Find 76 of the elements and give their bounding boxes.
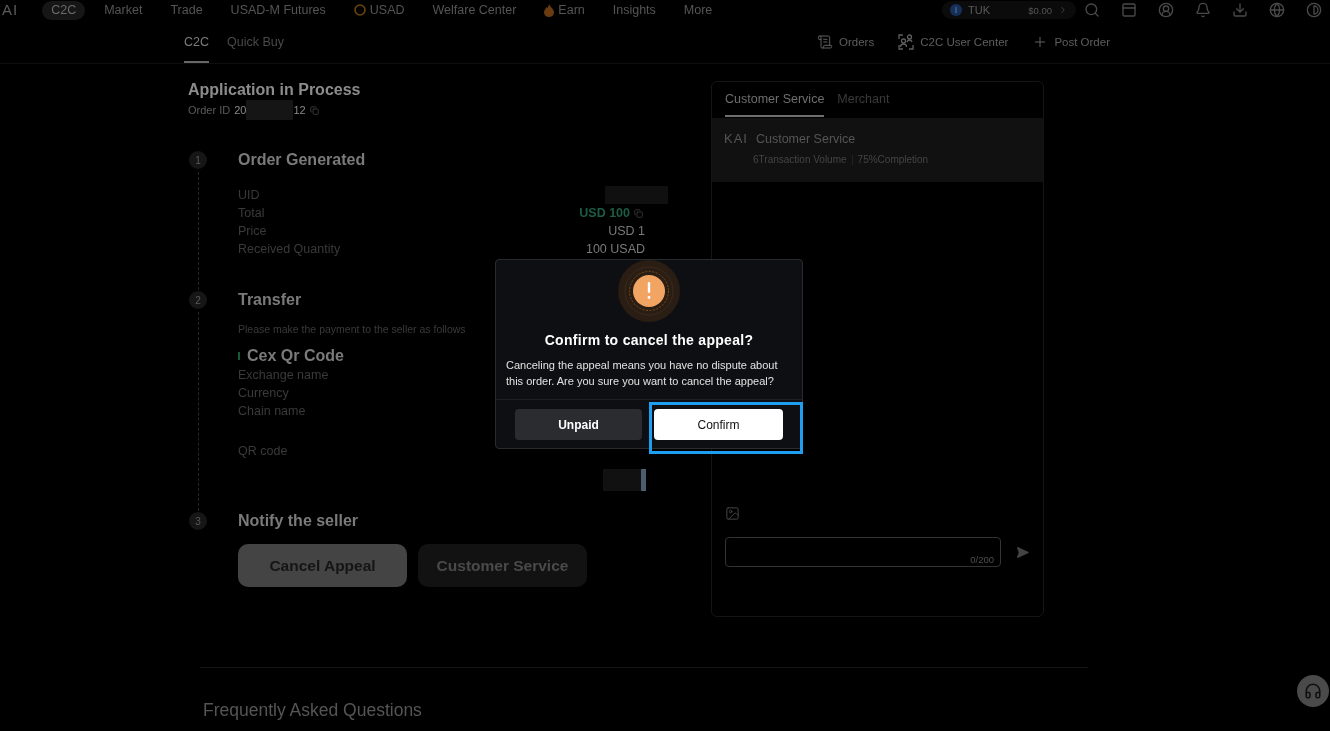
nav-link[interactable]: Post Order [1032,33,1110,50]
logo: AI [2,1,19,19]
image-icon[interactable] [725,506,740,521]
order-id-digits: 20 [234,104,247,116]
warning-icon [618,260,680,322]
step-number: 1 [189,151,207,169]
field-label: QR code [238,443,288,460]
nav-item[interactable]: More [674,0,722,20]
order-id-label: Order ID [188,104,231,116]
bell-icon[interactable] [1195,2,1211,18]
nav-tab[interactable]: C2C [184,20,209,63]
scroll-icon [817,33,834,50]
nav-link[interactable]: Orders [817,33,875,50]
wallet-pill[interactable]: TUK $0.00 [942,1,1076,19]
step-title: Order Generated [238,150,366,170]
step-title: Transfer [238,290,302,310]
chevron-icon [1058,5,1068,15]
contact-name: Customer Service [755,131,856,148]
dialog-message: Canceling the appeal means you have no dispute about this order. Are you sure you want to cancel the appeal? [505,358,779,389]
download-icon[interactable] [1232,2,1248,18]
flame-icon [544,3,555,17]
currency-label: TUK [968,4,990,16]
field-label: UID [238,188,260,202]
nav-item[interactable]: Welfare Center [423,0,526,20]
nav-item[interactable]: Trade [161,0,212,20]
nav-item[interactable]: USAD [344,0,414,20]
nav-tab[interactable]: Quick Buy [227,20,284,63]
contrast-icon[interactable] [1306,2,1322,18]
method-title: Cex Qr Code [247,347,344,365]
order-id-digits: 12 [293,104,306,116]
step-number: 3 [189,512,207,530]
field-value: 100 USAD [585,242,645,256]
panel-icon[interactable] [1121,2,1137,18]
field-label: Exchange name [238,368,329,382]
accent-bar [238,352,240,360]
amount-value: USD 100 [579,206,630,220]
field-label: Total [238,206,265,220]
nav-item[interactable]: C2C [42,0,86,20]
globe-icon[interactable] [1269,2,1285,18]
send-icon[interactable] [1016,545,1029,559]
search-icon[interactable] [1084,2,1100,18]
link-text: Orders [839,35,875,48]
message-input[interactable]: 0/200 [725,537,1001,567]
panel-tab[interactable]: Merchant [837,90,890,117]
logo: KAI [724,130,748,148]
nav-item[interactable]: USAD-M Futures [221,0,335,20]
dialog-button[interactable]: Confirm [654,409,783,440]
link-text: C2C User Center [920,35,1009,48]
coin-icon [950,4,962,16]
user-icon[interactable] [1158,2,1174,18]
copy-icon[interactable] [309,105,319,115]
nav-item[interactable]: Insights [603,0,665,20]
link-text: Post Order [1054,35,1110,48]
balance-text: $0.00 [1028,4,1052,16]
field-label: Chain name [238,404,306,418]
copy-icon[interactable] [634,208,643,218]
coin-icon [353,4,366,16]
field-label: Price [238,224,267,238]
step-number: 2 [189,291,207,309]
field-label: Received Quantity [238,242,341,256]
action-button[interactable]: Customer Service [418,544,587,587]
dialog-button[interactable]: Unpaid [515,409,642,440]
field-label: Currency [238,386,289,400]
character-counter: 0/200 [970,554,994,565]
user-frame-icon [898,33,915,50]
section-title: Frequently Asked Questions [203,700,422,720]
support-button[interactable] [1297,675,1329,707]
nav-link[interactable]: C2C User Center [898,33,1009,50]
page-title: Application in Process [188,80,361,100]
headset-icon [1304,682,1322,700]
dialog-title: Confirm to cancel the appeal? [544,331,754,349]
field-value: USD 1 [608,224,645,238]
step-title: Notify the seller [238,511,359,531]
image-placeholder [603,469,646,491]
nav-item[interactable]: Earn [535,0,594,20]
nav-item[interactable]: Market [95,0,152,20]
